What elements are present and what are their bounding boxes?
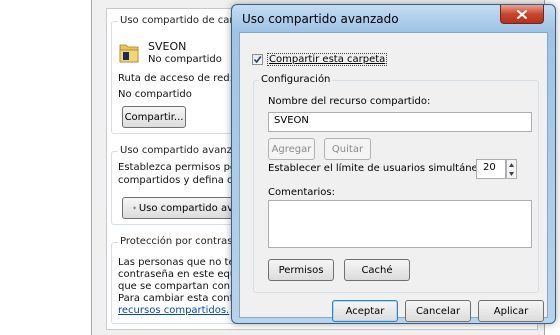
shield-icon bbox=[133, 206, 136, 210]
share-name-label: Nombre del recurso compartido: bbox=[268, 96, 431, 107]
advanced-sharing-button[interactable]: Uso compartido av bbox=[122, 197, 234, 219]
close-icon bbox=[517, 9, 527, 19]
spin-down-icon[interactable] bbox=[507, 169, 516, 178]
advanced-sharing-button-label: Uso compartido av bbox=[138, 202, 233, 214]
close-button[interactable] bbox=[500, 5, 544, 24]
cache-button[interactable]: Caché bbox=[344, 259, 410, 281]
advanced-sharing-dialog: Uso compartido avanzado Compartir esta c… bbox=[231, 4, 556, 324]
shared-resources-link[interactable]: recursos compartidos. bbox=[118, 305, 229, 316]
share-button[interactable]: Compartir... bbox=[122, 106, 186, 128]
configuration-legend: Configuración bbox=[259, 74, 333, 85]
ok-button[interactable]: Aceptar bbox=[332, 300, 398, 322]
add-button[interactable]: Agregar bbox=[268, 138, 315, 160]
cancel-button[interactable]: Cancelar bbox=[405, 300, 471, 322]
share-name-input[interactable]: SVEON bbox=[268, 112, 532, 132]
remove-button[interactable]: Quitar bbox=[324, 138, 371, 160]
apply-button[interactable]: Aplicar bbox=[478, 300, 544, 322]
user-limit-spinner[interactable] bbox=[506, 159, 517, 179]
checkmark-icon bbox=[253, 56, 262, 64]
share-folder-checkbox[interactable] bbox=[252, 54, 263, 65]
folder-name: SVEON bbox=[148, 40, 187, 53]
share-folder-label[interactable]: Compartir esta carpeta bbox=[267, 53, 388, 66]
dialog-body: Compartir esta carpeta Configuración Nom… bbox=[239, 32, 548, 322]
share-folder-label-text: Compartir esta carpeta bbox=[269, 54, 386, 65]
comments-textarea[interactable] bbox=[268, 200, 532, 248]
dialog-title: Uso compartido avanzado bbox=[242, 12, 399, 26]
spin-up-icon[interactable] bbox=[507, 160, 516, 169]
network-path-label: Ruta de acceso de red: bbox=[118, 73, 233, 84]
user-limit-label: Establecer el límite de usuarios simultá… bbox=[268, 163, 509, 174]
permissions-button[interactable]: Permisos bbox=[268, 259, 334, 281]
user-limit-input[interactable]: 20 bbox=[476, 159, 506, 179]
network-path-value: No compartido bbox=[118, 89, 192, 100]
folder-status: No compartido bbox=[148, 54, 222, 65]
comments-label: Comentarios: bbox=[268, 187, 335, 198]
folder-icon bbox=[119, 44, 139, 63]
